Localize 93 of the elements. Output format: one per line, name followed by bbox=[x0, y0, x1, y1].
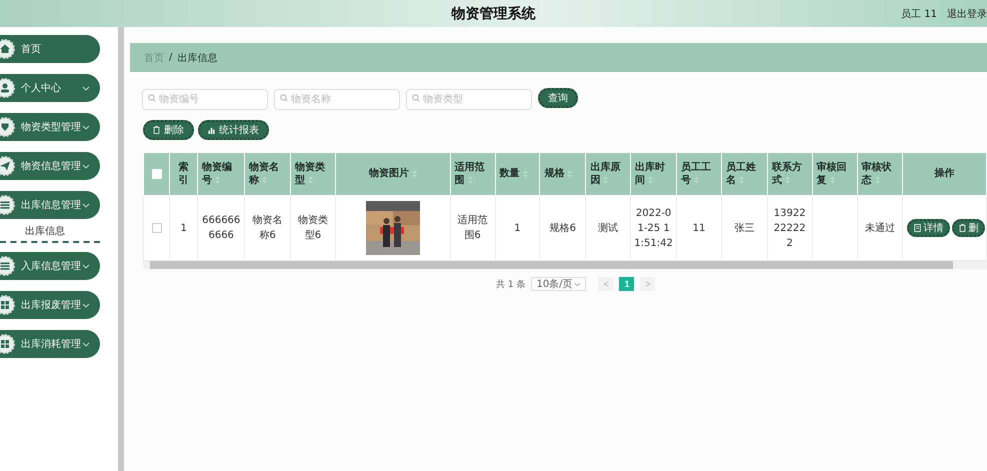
sort-icon bbox=[648, 176, 654, 184]
column-header[interactable]: 出库原因 bbox=[586, 152, 631, 196]
sort-icon bbox=[784, 176, 790, 184]
delete-button[interactable]: 删除 bbox=[143, 120, 194, 140]
total-count: 共 1 条 bbox=[496, 278, 526, 290]
table-cell: 物资名称6 bbox=[244, 196, 291, 260]
sort-icon bbox=[694, 176, 700, 184]
sort-icon bbox=[215, 176, 220, 184]
column-header[interactable]: 规格 bbox=[540, 152, 586, 196]
table-cell: 1 bbox=[495, 196, 540, 260]
document-icon bbox=[914, 224, 922, 232]
list-icon bbox=[0, 195, 15, 215]
trash-icon bbox=[959, 224, 966, 232]
trash-icon bbox=[153, 126, 160, 134]
user-icon bbox=[0, 78, 15, 98]
column-header[interactable]: 物资类型 bbox=[290, 152, 336, 196]
sidebar-item[interactable]: 物资信息管理 bbox=[0, 152, 100, 180]
breadcrumb-separator: / bbox=[169, 52, 172, 63]
column-header[interactable]: 审核状态 bbox=[857, 152, 903, 196]
tag-icon bbox=[0, 117, 15, 137]
search-icon bbox=[412, 94, 420, 102]
sort-icon bbox=[567, 170, 572, 178]
sort-icon bbox=[262, 176, 268, 184]
column-header[interactable]: 审核回复 bbox=[812, 152, 857, 196]
report-button[interactable]: 统计报表 bbox=[198, 120, 269, 140]
table-cell: 张三 bbox=[721, 196, 768, 260]
sidebar-item[interactable]: 入库信息管理 bbox=[0, 252, 100, 280]
column-header: 索引 bbox=[170, 152, 198, 196]
details-button[interactable]: 详情 bbox=[907, 219, 950, 237]
table-cell: 测试 bbox=[586, 196, 631, 260]
breadcrumb-current: 出库信息 bbox=[177, 52, 218, 64]
table-cell: 1 bbox=[170, 196, 198, 260]
sort-icon bbox=[738, 176, 744, 184]
search-field[interactable]: 物资名称 bbox=[274, 89, 400, 110]
horizontal-scrollbar[interactable] bbox=[143, 261, 987, 269]
sidebar-item[interactable]: 首页 bbox=[0, 35, 100, 63]
column-header: 操作 bbox=[902, 152, 986, 196]
table-cell: 未通过 bbox=[857, 196, 903, 260]
sidebar-item[interactable]: 出库报废管理 bbox=[0, 291, 100, 319]
table-cell: 规格6 bbox=[540, 196, 586, 260]
chevron-down-icon bbox=[82, 124, 90, 130]
chevron-down-icon bbox=[82, 86, 90, 90]
grid-icon bbox=[0, 295, 15, 315]
table-cell: 2022-01-25 11:51:42 bbox=[630, 196, 677, 260]
sidebar-item[interactable]: 物资类型管理 bbox=[0, 113, 100, 141]
sort-icon bbox=[603, 176, 608, 184]
user-label: 员工 11 bbox=[901, 8, 937, 20]
logout-link[interactable]: 退出登录 bbox=[947, 6, 987, 20]
grid-icon bbox=[0, 334, 15, 354]
checkbox[interactable] bbox=[152, 222, 162, 233]
chevron-down-icon bbox=[82, 302, 90, 308]
table-cell: 13922222222 bbox=[767, 196, 812, 260]
sort-icon bbox=[412, 170, 417, 178]
table-cell: 适用范围6 bbox=[450, 196, 496, 260]
table-cell bbox=[812, 196, 857, 260]
sidebar-item[interactable]: 个人中心 bbox=[0, 74, 100, 102]
sort-icon bbox=[830, 176, 835, 184]
list-icon bbox=[0, 256, 15, 276]
search-field[interactable]: 物资类型 bbox=[406, 89, 532, 110]
column-header[interactable]: 员工工号 bbox=[676, 152, 722, 196]
chevron-down-icon bbox=[82, 342, 90, 346]
column-header[interactable]: 物资图片 bbox=[335, 152, 450, 196]
sort-icon bbox=[308, 176, 314, 184]
send-icon bbox=[0, 156, 15, 176]
sidebar-item[interactable]: 出库信息管理 bbox=[0, 191, 100, 219]
chevron-down-icon bbox=[82, 264, 90, 268]
column-header[interactable]: 物资编号 bbox=[198, 152, 245, 196]
column-header[interactable]: 适用范围 bbox=[450, 152, 496, 196]
search-icon bbox=[280, 94, 288, 102]
page-size-select[interactable]: 10条/页 bbox=[531, 277, 586, 291]
chevron-down-icon bbox=[574, 282, 582, 286]
table-cell: 物资类型6 bbox=[290, 196, 336, 260]
bar-chart-icon bbox=[208, 126, 215, 134]
table-cell: 6666666666 bbox=[198, 196, 245, 260]
delete-button[interactable]: 删 bbox=[952, 219, 986, 237]
column-header[interactable]: 员工姓名 bbox=[721, 152, 768, 196]
column-header[interactable]: 物资名称 bbox=[244, 152, 291, 196]
chevron-down-icon bbox=[82, 164, 90, 168]
query-button[interactable]: 查询 bbox=[538, 88, 578, 108]
submenu-item[interactable]: 出库信息 bbox=[0, 224, 100, 243]
chevron-down-icon bbox=[82, 202, 90, 208]
sidebar-item[interactable]: 出库消耗管理 bbox=[0, 330, 100, 358]
table-cell: 11 bbox=[676, 196, 722, 260]
home-icon bbox=[0, 39, 15, 59]
sort-icon bbox=[874, 176, 880, 184]
app-title: 物资管理系统 bbox=[452, 4, 536, 22]
search-icon bbox=[148, 94, 156, 102]
search-field[interactable]: 物资编号 bbox=[142, 89, 268, 110]
sort-icon bbox=[522, 170, 528, 178]
column-header[interactable]: 数量 bbox=[495, 152, 540, 196]
sort-icon bbox=[468, 176, 473, 184]
column-header[interactable]: 出库时间 bbox=[630, 152, 677, 196]
column-header[interactable]: 联系方式 bbox=[767, 152, 812, 196]
